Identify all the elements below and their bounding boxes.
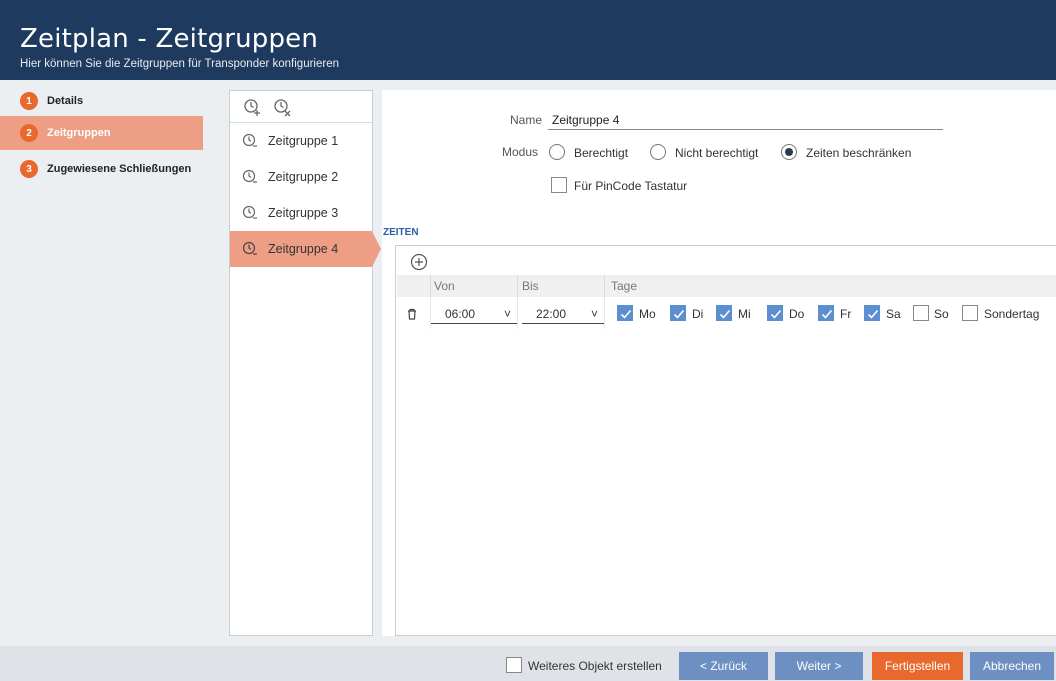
weiteres-objekt-label: Weiteres Objekt erstellen: [528, 659, 662, 673]
delete-row-icon[interactable]: [406, 308, 418, 320]
column-divider: [430, 275, 431, 297]
add-time-icon[interactable]: [410, 253, 428, 271]
modus-option-label: Berechtigt: [574, 146, 629, 160]
finish-button[interactable]: Fertigstellen: [872, 652, 963, 680]
page-title: Zeitplan - Zeitgruppen: [20, 24, 319, 54]
next-button[interactable]: Weiter >: [775, 652, 863, 680]
name-field[interactable]: [548, 110, 943, 130]
window-header: Zeitplan - Zeitgruppen Hier können Sie d…: [0, 0, 1056, 80]
pincode-checkbox[interactable]: [551, 177, 567, 193]
chevron-down-icon: ˅: [503, 307, 511, 321]
day-label: Mi: [738, 307, 751, 321]
time-group-label: Zeitgruppe 4: [268, 242, 339, 256]
clock-icon: [242, 169, 257, 183]
step-number: 3: [20, 160, 38, 178]
time-groups-panel: Zeitgruppe 1 Zeitgruppe 2 Zeitgruppe 3 Z…: [229, 90, 381, 636]
time-group-item-selected[interactable]: Zeitgruppe 4: [230, 231, 381, 267]
step-number: 1: [20, 92, 38, 110]
pincode-label: Für PinCode Tastatur: [574, 179, 688, 193]
day-label: Sondertag: [984, 307, 1040, 321]
time-group-item[interactable]: Zeitgruppe 3: [230, 195, 372, 231]
von-time-select[interactable]: 06:00 ˅: [431, 306, 517, 324]
add-time-group-icon[interactable]: [242, 97, 264, 119]
cancel-button[interactable]: Abbrechen: [970, 652, 1054, 680]
zeiten-table-container: [395, 245, 1056, 636]
chevron-down-icon: ˅: [590, 307, 598, 321]
day-checkbox-mo[interactable]: [617, 305, 633, 321]
day-label: So: [934, 307, 949, 321]
delete-time-group-icon[interactable]: [272, 97, 294, 119]
column-divider: [517, 275, 518, 297]
step-number: 2: [20, 124, 38, 142]
row-divider: [604, 297, 605, 329]
step-zugewiesene-schliessungen[interactable]: 3 Zugewiesene Schließungen: [0, 152, 203, 186]
time-groups-toolbar: [230, 91, 372, 123]
weiteres-objekt-checkbox[interactable]: [506, 657, 522, 673]
name-label: Name: [510, 113, 543, 127]
column-header-von: Von: [434, 279, 455, 293]
row-divider: [517, 297, 518, 329]
day-checkbox-fr[interactable]: [818, 305, 834, 321]
day-label: Do: [789, 307, 805, 321]
modus-radio-berechtigt[interactable]: [549, 144, 565, 160]
day-label: Fr: [840, 307, 852, 321]
day-checkbox-so[interactable]: [913, 305, 929, 321]
step-label: Zugewiesene Schließungen: [47, 163, 192, 175]
zeiten-table-header: [397, 275, 1056, 297]
clock-icon: [242, 241, 257, 255]
step-details[interactable]: 1 Details: [0, 84, 203, 118]
zeiten-heading: ZEITEN: [383, 227, 419, 238]
day-checkbox-di[interactable]: [670, 305, 686, 321]
bis-time-select[interactable]: 22:00 ˅: [522, 306, 604, 324]
wizard-steps-sidebar: 1 Details 2 Zeitgruppen 3 Zugewiesene Sc…: [0, 80, 212, 646]
day-label: Sa: [886, 307, 901, 321]
day-checkbox-sa[interactable]: [864, 305, 880, 321]
back-button[interactable]: < Zurück: [679, 652, 768, 680]
modus-option-label: Nicht berechtigt: [675, 146, 759, 160]
day-checkbox-mi[interactable]: [716, 305, 732, 321]
clock-icon: [242, 133, 257, 147]
time-group-label: Zeitgruppe 2: [268, 170, 339, 184]
von-time-value: 06:00: [445, 307, 476, 321]
modus-radio-zeiten-beschraenken[interactable]: [781, 144, 797, 160]
time-group-item[interactable]: Zeitgruppe 1: [230, 123, 372, 159]
time-group-label: Zeitgruppe 3: [268, 206, 339, 220]
day-label: Mo: [639, 307, 656, 321]
day-checkbox-sondertag[interactable]: [962, 305, 978, 321]
column-header-bis: Bis: [522, 279, 539, 293]
clock-icon: [242, 205, 257, 219]
modus-radio-nicht-berechtigt[interactable]: [650, 144, 666, 160]
day-checkbox-do[interactable]: [767, 305, 783, 321]
column-header-tage: Tage: [611, 279, 638, 293]
step-zeitgruppen[interactable]: 2 Zeitgruppen: [0, 116, 212, 150]
day-label: Di: [692, 307, 704, 321]
time-group-item[interactable]: Zeitgruppe 2: [230, 159, 372, 195]
bis-time-value: 22:00: [536, 307, 567, 321]
modus-label: Modus: [502, 145, 539, 159]
modus-option-label: Zeiten beschränken: [806, 146, 912, 160]
step-label: Details: [47, 95, 84, 107]
step-label: Zeitgruppen: [47, 127, 111, 139]
time-group-label: Zeitgruppe 1: [268, 134, 339, 148]
column-divider: [604, 275, 605, 297]
page-subtitle: Hier können Sie die Zeitgruppen für Tran…: [20, 58, 339, 70]
